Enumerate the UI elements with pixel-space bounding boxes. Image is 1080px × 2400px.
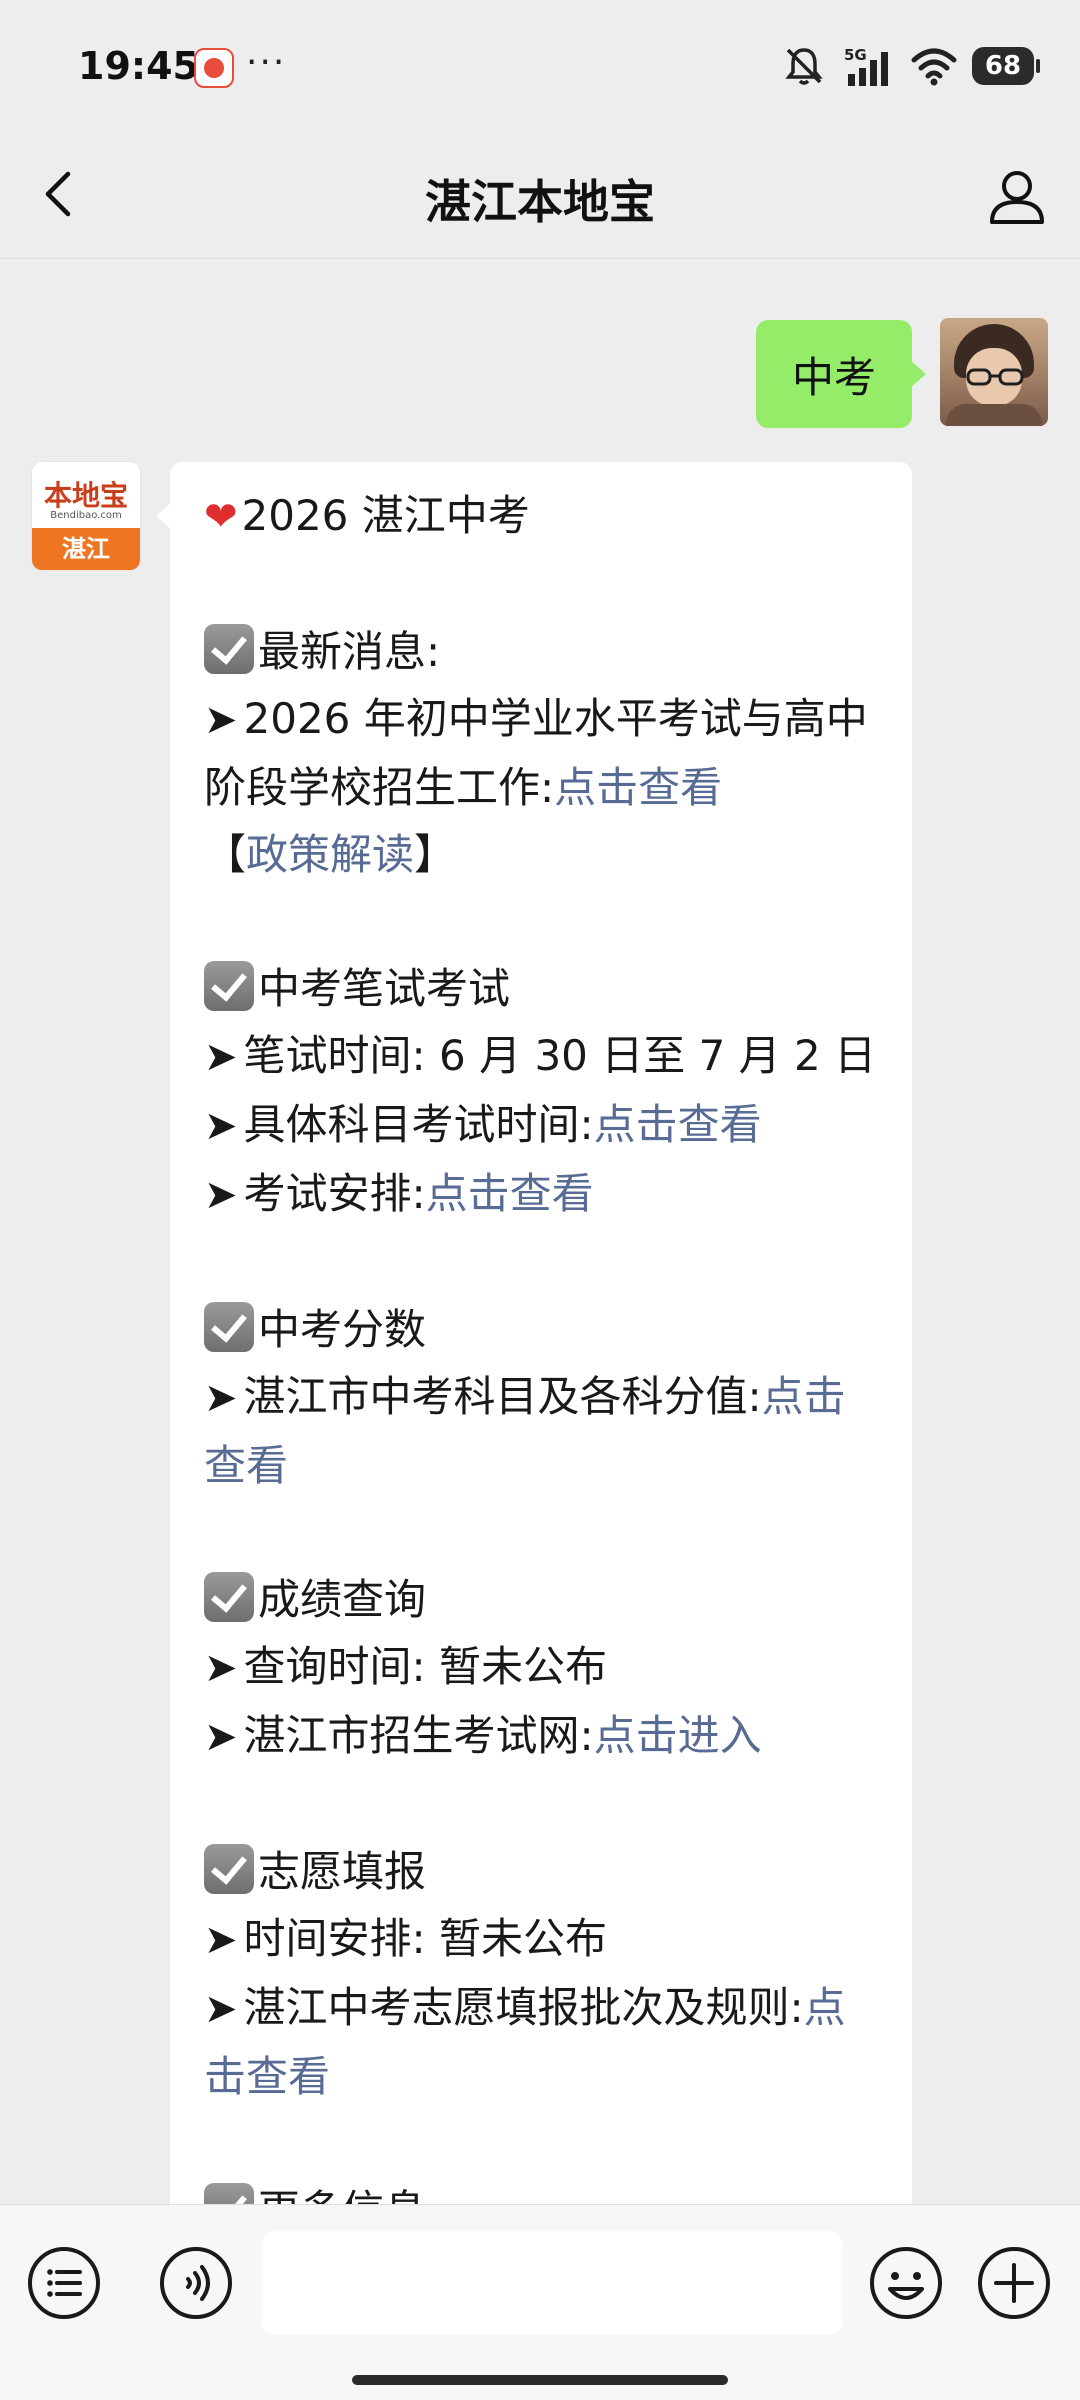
line-text: 湛江市招生考试网:: [243, 1711, 594, 1760]
arrow-bullet-icon: ➤: [204, 1375, 238, 1421]
message-line: ➤ 湛江市招生考试网:点击进入: [204, 1702, 884, 1771]
section-heading: 志愿填报: [204, 1838, 884, 1905]
bot-avatar-brand: 本地宝: [43, 479, 128, 512]
bot-avatar[interactable]: 本地宝 Bendibao.com 湛江: [32, 462, 140, 570]
policy-interpretation-link[interactable]: 政策解读: [246, 830, 414, 879]
message-line: 【政策解读】: [204, 821, 884, 888]
message-line: ➤ 湛江中考志愿填报批次及规则:点击查看: [204, 1974, 884, 2110]
red-heart-icon: ❤: [204, 494, 238, 540]
line-text: 查询时间: 暂未公布: [243, 1642, 608, 1691]
more-notifications-indicator: ···: [246, 42, 287, 83]
bracket-open: 【: [204, 830, 247, 879]
line-text: 2026 年初中学业水平考试与高中阶段学校招生工作:: [204, 694, 868, 812]
enter-link[interactable]: 点击进入: [594, 1711, 762, 1760]
message-line: ➤ 考试安排:点击查看: [204, 1160, 884, 1229]
arrow-bullet-icon: ➤: [204, 1917, 238, 1963]
battery-icon: 68: [972, 47, 1040, 85]
message-input[interactable]: [262, 2231, 842, 2335]
message-list[interactable]: 中考 本地宝 Bendibao.com 湛江 ❤2026 湛江中考 最新消息:: [0, 258, 1080, 2204]
message-line: ➤ 时间安排: 暂未公布: [204, 1905, 884, 1974]
emoji-icon[interactable]: [868, 2245, 944, 2321]
line-text: 湛江市中考科目及各科分值:: [243, 1372, 762, 1421]
arrow-bullet-icon: ➤: [204, 1103, 238, 1149]
home-indicator[interactable]: [352, 2375, 728, 2385]
checkbox-icon: [204, 624, 254, 674]
status-icons: 5G 68: [782, 44, 1040, 88]
section-heading: 中考分数: [204, 1296, 884, 1363]
app-notification-icon: [194, 48, 234, 88]
view-link[interactable]: 点击查看: [426, 1169, 594, 1218]
message-line: ➤ 湛江市中考科目及各科分值:点击查看: [204, 1363, 884, 1499]
checkbox-icon: [204, 1572, 254, 1622]
line-text: 时间安排: 暂未公布: [243, 1914, 608, 1963]
message-line: ➤ 笔试时间: 6 月 30 日至 7 月 2 日: [204, 1022, 884, 1091]
add-icon[interactable]: [976, 2245, 1052, 2321]
section-heading: 最新消息:: [204, 618, 884, 685]
user-message-bubble[interactable]: 中考: [755, 320, 927, 428]
menu-list-icon[interactable]: [26, 2245, 102, 2321]
arrow-bullet-icon: ➤: [204, 697, 238, 743]
status-time: 19:45: [78, 44, 199, 88]
arrow-bullet-icon: ➤: [204, 1986, 238, 2032]
chat-title: 湛江本地宝: [425, 175, 655, 229]
user-profile-icon[interactable]: [982, 162, 1052, 232]
line-text: 笔试时间: 6 月 30 日至 7 月 2 日: [243, 1031, 877, 1080]
mute-icon: [785, 48, 823, 85]
arrow-bullet-icon: ➤: [204, 1172, 238, 1218]
line-text: 具体科目考试时间:: [243, 1100, 594, 1149]
checkbox-icon: [204, 961, 254, 1011]
chat-header: 湛江本地宝: [0, 132, 1080, 259]
line-text: 湛江中考志愿填报批次及规则:: [243, 1983, 804, 2032]
network-type-label: 5G: [844, 46, 867, 64]
user-avatar[interactable]: [940, 318, 1048, 426]
message-line: ➤ 查询时间: 暂未公布: [204, 1633, 884, 1702]
bot-message-bubble[interactable]: ❤2026 湛江中考 最新消息: ➤ 2026 年初中学业水平考试与高中阶段学校招…: [156, 462, 912, 2204]
checkbox-icon: [204, 2183, 254, 2204]
section-heading: 中考笔试考试: [204, 955, 884, 1022]
view-link[interactable]: 点击查看: [554, 763, 722, 812]
checkbox-icon: [204, 1844, 254, 1894]
bracket-close: 】: [414, 830, 457, 879]
section-heading: 成绩查询: [204, 1566, 884, 1633]
checkbox-icon: [204, 1302, 254, 1352]
chat-screen: 19:45 ··· 5G 68 湛江本地宝 中考 本地宝 Bendibao.co…: [0, 0, 1080, 2400]
message-line: ➤ 具体科目考试时间:点击查看: [204, 1091, 884, 1160]
voice-toggle-icon[interactable]: [158, 2245, 234, 2321]
section-heading: 更多信息: [204, 2177, 884, 2204]
status-bar: 19:45 ··· 5G 68: [0, 0, 1080, 132]
view-link[interactable]: 点击查看: [594, 1100, 762, 1149]
bot-avatar-city: 湛江: [32, 528, 140, 570]
message-line: ➤ 2026 年初中学业水平考试与高中阶段学校招生工作:点击查看: [204, 685, 884, 821]
arrow-bullet-icon: ➤: [204, 1714, 238, 1760]
line-text: 考试安排:: [243, 1169, 426, 1218]
bot-avatar-url: Bendibao.com: [50, 510, 122, 521]
input-bar: [0, 2204, 1080, 2400]
message-title: 2026 湛江中考: [241, 491, 530, 540]
arrow-bullet-icon: ➤: [204, 1645, 238, 1691]
arrow-bullet-icon: ➤: [204, 1034, 238, 1080]
wifi-icon: [911, 48, 957, 86]
message-title-line: ❤2026 湛江中考: [204, 482, 884, 551]
signal-icon: 5G: [844, 46, 888, 86]
